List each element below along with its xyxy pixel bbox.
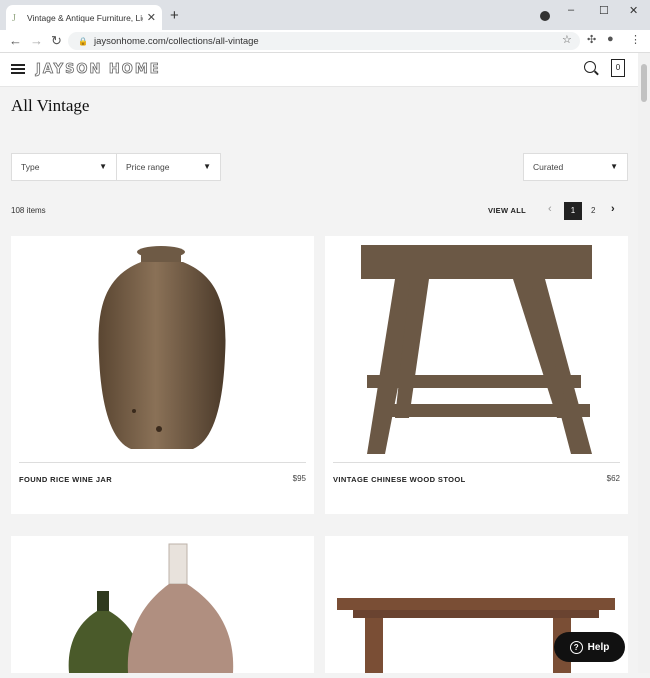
minimize-button[interactable]: – (568, 4, 574, 16)
new-tab-button[interactable]: + (170, 7, 179, 24)
product-card[interactable]: FOUND RICE WINE JAR $95 (11, 236, 314, 514)
type-filter-label: Type (21, 162, 40, 172)
rice-wine-jar-image (98, 246, 226, 449)
help-label: Help (587, 641, 610, 653)
page-1-button[interactable]: 1 (564, 202, 582, 220)
help-button[interactable]: ? Help (554, 632, 625, 662)
product-card[interactable]: VINTAGE CHINESE WOOD STOOL $62 (325, 236, 628, 514)
maximize-button[interactable]: ☐ (599, 4, 609, 17)
profile-avatar-icon[interactable]: ● (607, 33, 614, 45)
site-logo[interactable]: JAYSON HOME (36, 62, 161, 78)
forward-arrow-icon[interactable]: → (30, 33, 43, 48)
site-favicon-icon: J (12, 12, 16, 24)
item-count: 108 items (11, 206, 46, 215)
sort-dropdown[interactable]: Curated ▼ (523, 153, 628, 181)
product-price: $62 (606, 474, 620, 483)
wood-stool-image (361, 245, 592, 454)
url-text: jaysonhome.com/collections/all-vintage (93, 35, 259, 47)
search-icon[interactable] (584, 61, 596, 73)
hamburger-menu-icon[interactable] (11, 64, 25, 74)
back-arrow-icon[interactable]: ← (9, 33, 22, 48)
browser-tab[interactable]: J Vintage & Antique Furniture, Lig ✕ (6, 5, 162, 30)
reload-icon[interactable]: ↻ (51, 33, 62, 49)
price-range-label: Price range (126, 162, 170, 172)
close-tab-icon[interactable]: ✕ (147, 11, 156, 24)
lock-icon: 🔒 (78, 36, 88, 46)
shopping-bag-icon[interactable]: 0 (611, 59, 625, 77)
browser-menu-icon[interactable]: ⋮ (630, 33, 641, 46)
sort-label: Curated (533, 162, 564, 172)
chevron-down-icon: ▼ (99, 162, 107, 171)
product-name[interactable]: VINTAGE CHINESE WOOD STOOL (333, 475, 466, 484)
product-name[interactable]: FOUND RICE WINE JAR (19, 475, 112, 484)
view-all-link[interactable]: VIEW ALL (488, 206, 526, 215)
page-2-button[interactable]: 2 (591, 206, 595, 215)
product-card[interactable] (11, 536, 314, 673)
question-mark-icon: ? (569, 640, 583, 654)
bookmark-star-icon[interactable]: ☆ (562, 33, 572, 46)
tab-title: Vintage & Antique Furniture, Lig (27, 12, 143, 23)
browser-tab-strip: J Vintage & Antique Furniture, Lig ✕ + –… (0, 0, 650, 30)
card-divider (19, 462, 306, 463)
chevron-down-icon: ▼ (203, 162, 211, 171)
scrollbar-thumb[interactable] (641, 64, 647, 102)
previous-page-icon[interactable]: ‹ (548, 203, 552, 215)
glass-bottles-image (68, 543, 234, 673)
product-price: $95 (292, 474, 306, 483)
close-window-button[interactable]: ✕ (629, 4, 638, 17)
card-divider (333, 462, 620, 463)
next-page-icon[interactable]: › (611, 203, 615, 215)
site-header: JAYSON HOME 0 (0, 53, 638, 87)
chevron-down-icon: ▼ (610, 162, 618, 171)
type-filter-dropdown[interactable]: Type ▼ (11, 153, 117, 181)
browser-toolbar: ← → ↻ 🔒 jaysonhome.com/collections/all-v… (0, 30, 650, 53)
page-scrollbar[interactable] (638, 53, 650, 673)
media-record-icon[interactable] (540, 11, 550, 21)
page-title: All Vintage (11, 96, 90, 115)
extensions-puzzle-icon[interactable]: ✣ (587, 33, 596, 46)
address-bar[interactable]: 🔒 jaysonhome.com/collections/all-vintage (68, 32, 580, 50)
price-range-dropdown[interactable]: Price range ▼ (116, 153, 221, 181)
